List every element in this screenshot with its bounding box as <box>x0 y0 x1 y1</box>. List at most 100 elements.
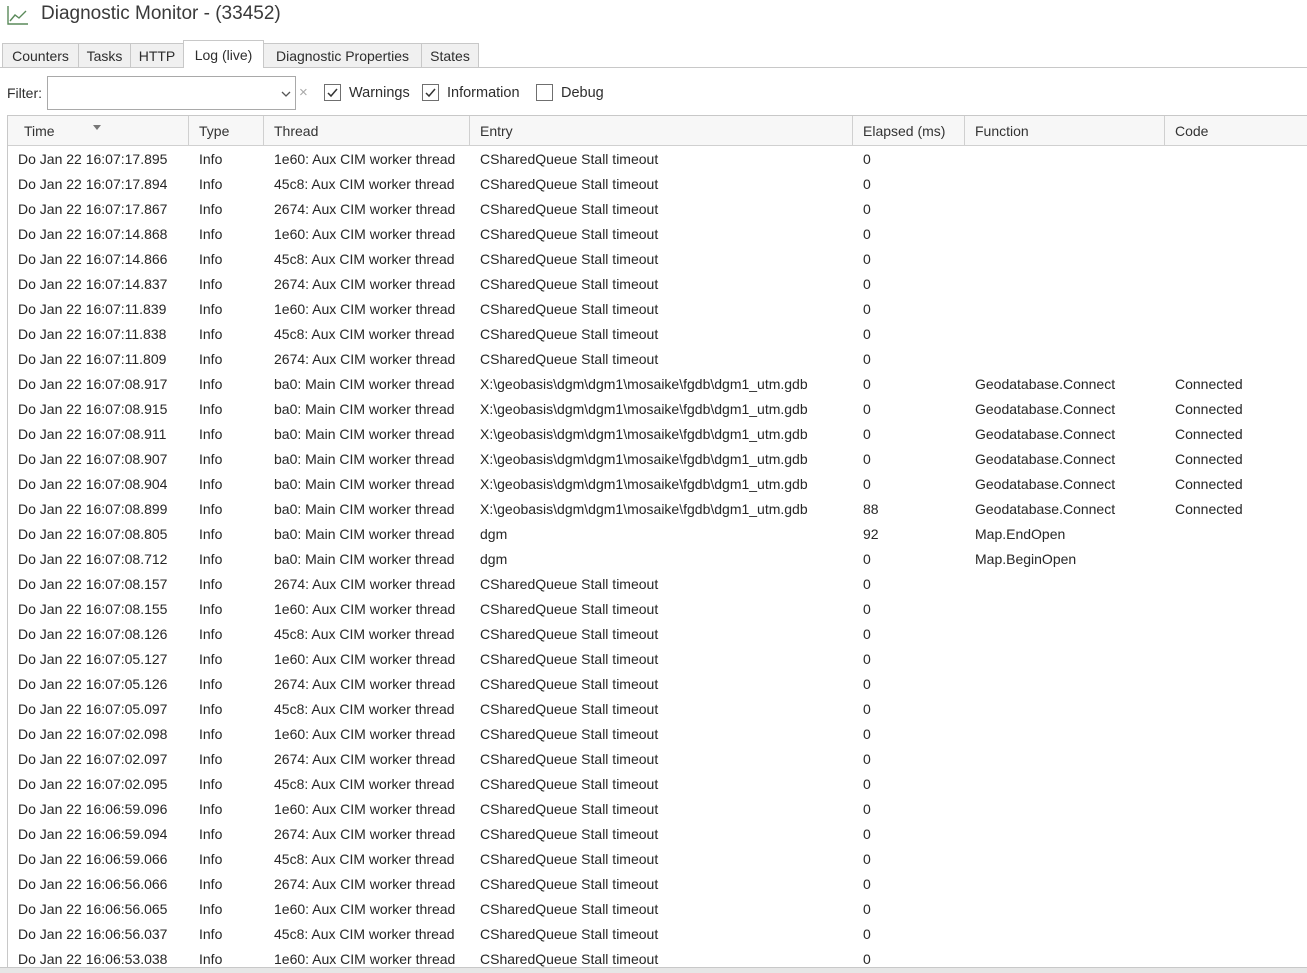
table-row[interactable]: Do Jan 22 16:07:14.837 Info 2674: Aux CIM … <box>8 272 1307 297</box>
cell-type: Info <box>199 526 223 542</box>
cell-time: Do Jan 22 16:07:08.155 <box>18 601 168 617</box>
table-row[interactable]: Do Jan 22 16:07:11.838 Info 45c8: Aux CIM … <box>8 322 1307 347</box>
cell-thread: 2674: Aux CIM worker thread <box>274 826 456 842</box>
cell-type: Info <box>199 951 223 967</box>
tab-http[interactable]: HTTP <box>130 43 184 67</box>
table-row[interactable]: Do Jan 22 16:06:56.065 Info 1e60: Aux CIM … <box>8 897 1307 922</box>
cell-time: Do Jan 22 16:07:08.899 <box>18 501 168 517</box>
warnings-checkbox[interactable] <box>324 84 341 101</box>
tab-diagnostic-properties[interactable]: Diagnostic Properties <box>263 43 422 67</box>
column-separator[interactable] <box>852 116 853 146</box>
cell-elapsed: 0 <box>863 251 871 267</box>
cell-time: Do Jan 22 16:06:56.037 <box>18 926 168 942</box>
cell-type: Info <box>199 876 223 892</box>
cell-time: Do Jan 22 16:07:11.839 <box>18 301 167 317</box>
table-row[interactable]: Do Jan 22 16:07:17.894 Info 45c8: Aux CIM … <box>8 172 1307 197</box>
filter-combobox[interactable] <box>47 76 296 110</box>
cell-function: Geodatabase.Connect <box>975 426 1116 442</box>
table-row[interactable]: Do Jan 22 16:07:08.157 Info 2674: Aux CIM … <box>8 572 1307 597</box>
column-header-type[interactable]: Type <box>199 116 263 146</box>
cell-function: Geodatabase.Connect <box>975 376 1116 392</box>
cell-thread: ba0: Main CIM worker thread <box>274 501 455 517</box>
table-row[interactable]: Do Jan 22 16:07:05.127 Info 1e60: Aux CIM … <box>8 647 1307 672</box>
cell-time: Do Jan 22 16:07:17.895 <box>18 151 168 167</box>
column-header-thread[interactable]: Thread <box>274 116 469 146</box>
cell-type: Info <box>199 826 223 842</box>
cell-function: Geodatabase.Connect <box>975 401 1116 417</box>
horizontal-scrollbar[interactable] <box>0 967 1307 973</box>
table-row[interactable]: Do Jan 22 16:07:08.126 Info 45c8: Aux CIM … <box>8 622 1307 647</box>
cell-time: Do Jan 22 16:07:14.868 <box>18 226 168 242</box>
cell-elapsed: 0 <box>863 751 871 767</box>
table-row[interactable]: Do Jan 22 16:07:17.895 Info 1e60: Aux CIM … <box>8 147 1307 172</box>
table-row[interactable]: Do Jan 22 16:06:59.096 Info 1e60: Aux CIM … <box>8 797 1307 822</box>
table-row[interactable]: Do Jan 22 16:07:11.809 Info 2674: Aux CIM … <box>8 347 1307 372</box>
cell-entry: CSharedQueue Stall timeout <box>480 701 659 717</box>
column-header-elapsed[interactable]: Elapsed (ms) <box>863 116 964 146</box>
cell-type: Info <box>199 676 223 692</box>
cell-time: Do Jan 22 16:07:14.866 <box>18 251 168 267</box>
cell-entry: CSharedQueue Stall timeout <box>480 301 659 317</box>
table-row[interactable]: Do Jan 22 16:06:56.037 Info 45c8: Aux CIM … <box>8 922 1307 947</box>
cell-time: Do Jan 22 16:07:02.095 <box>18 776 168 792</box>
table-row[interactable]: Do Jan 22 16:07:05.097 Info 45c8: Aux CIM … <box>8 697 1307 722</box>
table-row[interactable]: Do Jan 22 16:07:08.911 Info ba0: Main CIM … <box>8 422 1307 447</box>
table-row[interactable]: Do Jan 22 16:07:08.712 Info ba0: Main CIM … <box>8 547 1307 572</box>
table-row[interactable]: Do Jan 22 16:07:08.155 Info 1e60: Aux CIM … <box>8 597 1307 622</box>
table-row[interactable]: Do Jan 22 16:06:53.038 Info 1e60: Aux CIM … <box>8 947 1307 967</box>
cell-entry: CSharedQueue Stall timeout <box>480 576 659 592</box>
table-row[interactable]: Do Jan 22 16:07:02.097 Info 2674: Aux CIM … <box>8 747 1307 772</box>
debug-label: Debug <box>561 85 604 101</box>
table-row[interactable]: Do Jan 22 16:07:08.907 Info ba0: Main CIM … <box>8 447 1307 472</box>
column-separator[interactable] <box>263 116 264 146</box>
clear-filter-icon[interactable]: × <box>299 84 308 101</box>
table-row[interactable]: Do Jan 22 16:07:08.899 Info ba0: Main CIM … <box>8 497 1307 522</box>
chevron-down-icon[interactable] <box>280 87 292 99</box>
cell-elapsed: 0 <box>863 901 871 917</box>
cell-type: Info <box>199 551 223 567</box>
tab-tasks[interactable]: Tasks <box>78 43 131 67</box>
column-header-entry[interactable]: Entry <box>480 116 852 146</box>
table-row[interactable]: Do Jan 22 16:07:08.915 Info ba0: Main CIM … <box>8 397 1307 422</box>
cell-entry: CSharedQueue Stall timeout <box>480 176 659 192</box>
column-separator[interactable] <box>469 116 470 146</box>
table-row[interactable]: Do Jan 22 16:07:05.126 Info 2674: Aux CIM … <box>8 672 1307 697</box>
table-row[interactable]: Do Jan 22 16:07:02.098 Info 1e60: Aux CIM … <box>8 722 1307 747</box>
table-row[interactable]: Do Jan 22 16:06:59.066 Info 45c8: Aux CIM … <box>8 847 1307 872</box>
table-row[interactable]: Do Jan 22 16:07:08.904 Info ba0: Main CIM … <box>8 472 1307 497</box>
cell-type: Info <box>199 701 223 717</box>
column-header-function[interactable]: Function <box>975 116 1164 146</box>
cell-elapsed: 0 <box>863 376 871 392</box>
cell-type: Info <box>199 176 223 192</box>
table-row[interactable]: Do Jan 22 16:07:02.095 Info 45c8: Aux CIM … <box>8 772 1307 797</box>
cell-entry: CSharedQueue Stall timeout <box>480 601 659 617</box>
cell-entry: dgm <box>480 526 508 542</box>
cell-thread: 2674: Aux CIM worker thread <box>274 351 456 367</box>
table-row[interactable]: Do Jan 22 16:07:08.805 Info ba0: Main CIM … <box>8 522 1307 547</box>
table-row[interactable]: Do Jan 22 16:07:14.866 Info 45c8: Aux CIM … <box>8 247 1307 272</box>
table-row[interactable]: Do Jan 22 16:07:14.868 Info 1e60: Aux CIM … <box>8 222 1307 247</box>
cell-entry: CSharedQueue Stall timeout <box>480 626 659 642</box>
table-row[interactable]: Do Jan 22 16:06:56.066 Info 2674: Aux CIM … <box>8 872 1307 897</box>
debug-checkbox[interactable] <box>536 84 553 101</box>
column-separator[interactable] <box>188 116 189 146</box>
column-header-code[interactable]: Code <box>1175 116 1305 146</box>
column-separator[interactable] <box>1164 116 1165 146</box>
table-row[interactable]: Do Jan 22 16:07:08.917 Info ba0: Main CIM … <box>8 372 1307 397</box>
tab-counters[interactable]: Counters <box>2 43 79 67</box>
table-row[interactable]: Do Jan 22 16:07:11.839 Info 1e60: Aux CIM … <box>8 297 1307 322</box>
cell-thread: 45c8: Aux CIM worker thread <box>274 251 455 267</box>
cell-elapsed: 0 <box>863 676 871 692</box>
cell-entry: CSharedQueue Stall timeout <box>480 926 659 942</box>
information-checkbox[interactable] <box>422 84 439 101</box>
cell-time: Do Jan 22 16:07:08.126 <box>18 626 168 642</box>
tab-states[interactable]: States <box>421 43 479 67</box>
cell-thread: ba0: Main CIM worker thread <box>274 426 455 442</box>
tab-log-live[interactable]: Log (live) <box>183 40 264 68</box>
cell-elapsed: 0 <box>863 576 871 592</box>
table-row[interactable]: Do Jan 22 16:07:17.867 Info 2674: Aux CIM … <box>8 197 1307 222</box>
column-separator[interactable] <box>964 116 965 146</box>
column-header-time[interactable]: Time <box>24 116 188 146</box>
table-row[interactable]: Do Jan 22 16:06:59.094 Info 2674: Aux CIM … <box>8 822 1307 847</box>
cell-time: Do Jan 22 16:07:02.097 <box>18 751 168 767</box>
